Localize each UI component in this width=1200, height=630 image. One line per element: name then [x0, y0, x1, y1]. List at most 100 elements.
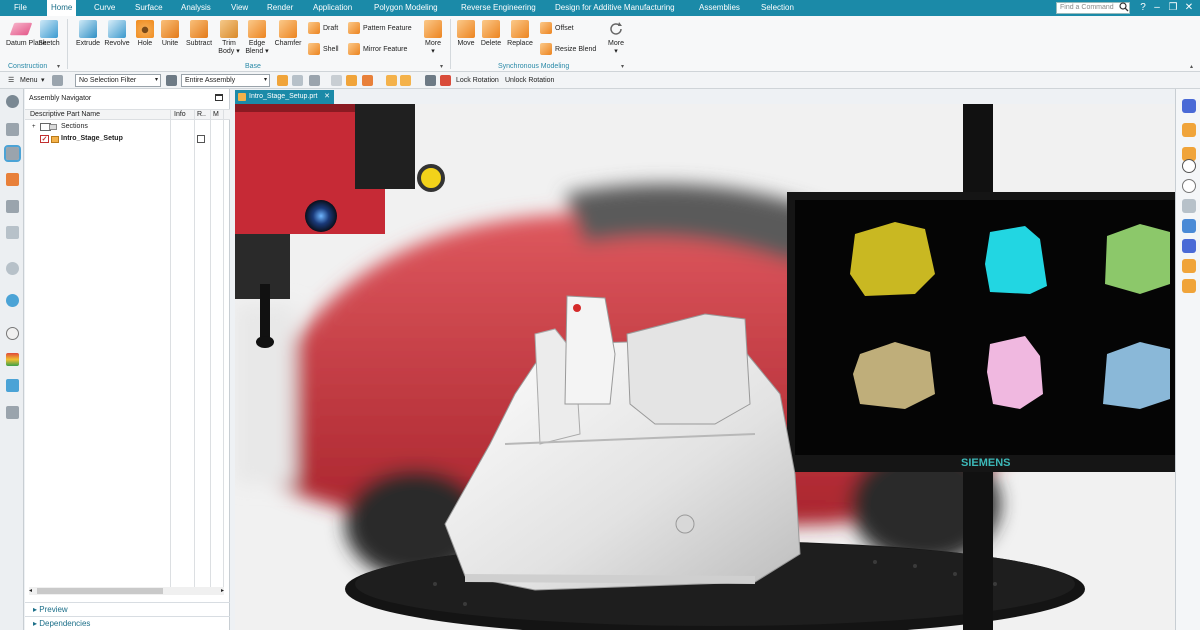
- view-orient-icon[interactable]: [386, 75, 397, 86]
- column-read-only[interactable]: R..: [197, 110, 206, 120]
- column-modified[interactable]: M: [213, 110, 219, 120]
- menu-selection[interactable]: Selection: [761, 0, 794, 16]
- search-icon[interactable]: [1119, 2, 1129, 12]
- navigator-horizontal-scrollbar[interactable]: ◂ ▸: [29, 587, 224, 595]
- menu-dropdown-icon[interactable]: ▾: [41, 72, 45, 89]
- edge-blend-button[interactable]: Edge Blend ▾: [243, 20, 271, 55]
- menu-reverse-engineering[interactable]: Reverse Engineering: [461, 0, 536, 16]
- help-icon[interactable]: ?: [1136, 1, 1150, 15]
- document-tab[interactable]: Intro_Stage_Setup.prt ✕: [235, 90, 334, 104]
- preview-section[interactable]: ▸ Preview: [25, 602, 230, 615]
- menu-surface[interactable]: Surface: [135, 0, 163, 16]
- datum-plane-button[interactable]: Datum Plane: [6, 20, 46, 47]
- expand-icon[interactable]: +: [32, 121, 36, 133]
- column-info[interactable]: Info: [174, 110, 186, 120]
- menu-button[interactable]: Menu: [20, 72, 38, 89]
- settings-gear-icon[interactable]: [6, 95, 19, 108]
- dependencies-section[interactable]: ▸ Dependencies: [25, 616, 230, 629]
- menu-render[interactable]: Render: [267, 0, 293, 16]
- mirror-feature-button[interactable]: Mirror Feature: [348, 43, 407, 55]
- menu-analysis[interactable]: Analysis: [181, 0, 211, 16]
- shell-button[interactable]: Shell: [308, 43, 339, 55]
- constraint-navigator-icon[interactable]: [6, 173, 19, 186]
- select-face-icon[interactable]: [292, 75, 303, 86]
- snap-end-icon[interactable]: [331, 75, 342, 86]
- tree-row-sections[interactable]: + Sections: [25, 121, 230, 133]
- menu-application[interactable]: Application: [313, 0, 352, 16]
- trim-body-button[interactable]: Trim Body ▾: [215, 20, 243, 55]
- lock-rotation-button[interactable]: Lock Rotation: [456, 72, 499, 89]
- customize-icon[interactable]: [52, 75, 63, 86]
- fit-view-icon[interactable]: [400, 75, 411, 86]
- select-feature-icon[interactable]: [277, 75, 288, 86]
- section-view-icon[interactable]: [1182, 199, 1196, 213]
- menu-view[interactable]: View: [231, 0, 248, 16]
- layer-icon[interactable]: [1182, 123, 1196, 137]
- minimize-icon[interactable]: –: [1150, 1, 1164, 15]
- selection-scope-select[interactable]: Entire Assembly ▾: [181, 74, 270, 87]
- view-triad-icon[interactable]: [1182, 99, 1196, 113]
- extrude-button[interactable]: Extrude: [73, 20, 103, 47]
- system-materials-icon[interactable]: [6, 406, 19, 419]
- draft-button[interactable]: Draft: [308, 22, 338, 34]
- hole-button[interactable]: Hole: [133, 20, 157, 47]
- selection-filter-select[interactable]: No Selection Filter ▾: [75, 74, 161, 87]
- hd3d-tools-icon[interactable]: [6, 226, 19, 239]
- menu-assemblies[interactable]: Assemblies: [699, 0, 740, 16]
- checked-checkbox-icon[interactable]: ✓: [40, 135, 49, 143]
- orient-icon[interactable]: [1182, 239, 1196, 253]
- render-style-icon[interactable]: [1182, 259, 1196, 273]
- scroll-right-icon[interactable]: ▸: [221, 587, 224, 595]
- close-tab-icon[interactable]: ✕: [324, 90, 330, 104]
- pattern-feature-button[interactable]: Pattern Feature: [348, 22, 412, 34]
- snap-grid-icon[interactable]: [1182, 279, 1196, 293]
- menu-curve[interactable]: Curve: [94, 0, 115, 16]
- move-button[interactable]: Move: [454, 20, 478, 47]
- group-construction-chevron-icon[interactable]: ▾: [57, 63, 60, 70]
- lock-rotation-icon[interactable]: [440, 75, 451, 86]
- process-studio-icon[interactable]: [6, 353, 19, 366]
- resize-blend-button[interactable]: Resize Blend: [540, 43, 596, 55]
- scroll-left-icon[interactable]: ◂: [29, 587, 32, 595]
- menu-polygon-modeling[interactable]: Polygon Modeling: [374, 0, 438, 16]
- assembly-navigator-icon[interactable]: [4, 145, 21, 162]
- web-browser-icon[interactable]: [6, 262, 19, 275]
- rotation-icon[interactable]: [425, 75, 436, 86]
- base-more-button[interactable]: More ▾: [420, 20, 446, 55]
- snap-point-icon[interactable]: [309, 75, 320, 86]
- group-base-chevron-icon[interactable]: ▾: [440, 63, 443, 70]
- menu-file[interactable]: File: [14, 0, 27, 16]
- replace-face-button[interactable]: Replace: [505, 20, 535, 47]
- sync-more-button[interactable]: More ▾: [603, 20, 629, 55]
- restore-icon[interactable]: ❐: [1166, 1, 1180, 15]
- unlock-rotation-button[interactable]: Unlock Rotation: [505, 72, 554, 89]
- part-navigator-icon[interactable]: [6, 123, 19, 136]
- revolve-button[interactable]: Revolve: [103, 20, 131, 47]
- menu-list-icon[interactable]: ☰: [8, 72, 14, 89]
- graphics-window[interactable]: SIEMENS: [235, 104, 1175, 630]
- menu-home[interactable]: Home: [47, 0, 77, 16]
- globe-icon[interactable]: [6, 294, 19, 307]
- subtract-button[interactable]: Subtract: [183, 20, 215, 47]
- snap-center-icon[interactable]: [362, 75, 373, 86]
- hide-eye-icon[interactable]: [1182, 179, 1196, 193]
- group-sync-chevron-icon[interactable]: ▾: [621, 63, 624, 70]
- history-clock-icon[interactable]: [6, 327, 19, 340]
- maximize-icon[interactable]: [215, 94, 223, 101]
- ribbon-collapse-icon[interactable]: ▴: [1190, 63, 1193, 70]
- column-part-name[interactable]: Descriptive Part Name: [30, 110, 100, 120]
- close-icon[interactable]: ✕: [1182, 1, 1196, 15]
- reuse-library-icon[interactable]: [6, 200, 19, 213]
- role-icon[interactable]: [6, 379, 19, 392]
- unite-button[interactable]: Unite: [157, 20, 183, 47]
- play-icon[interactable]: [1182, 159, 1196, 173]
- offset-face-button[interactable]: Offset: [540, 22, 574, 34]
- chamfer-button[interactable]: Chamfer: [273, 20, 303, 47]
- csys-icon[interactable]: [1182, 219, 1196, 233]
- scroll-thumb[interactable]: [37, 588, 163, 594]
- sketch-button[interactable]: Sketch: [36, 20, 62, 47]
- delete-face-button[interactable]: Delete: [478, 20, 504, 47]
- snap-mid-icon[interactable]: [346, 75, 357, 86]
- filter-icon[interactable]: [166, 75, 177, 86]
- menu-design-for-am[interactable]: Design for Additive Manufacturing: [555, 0, 675, 16]
